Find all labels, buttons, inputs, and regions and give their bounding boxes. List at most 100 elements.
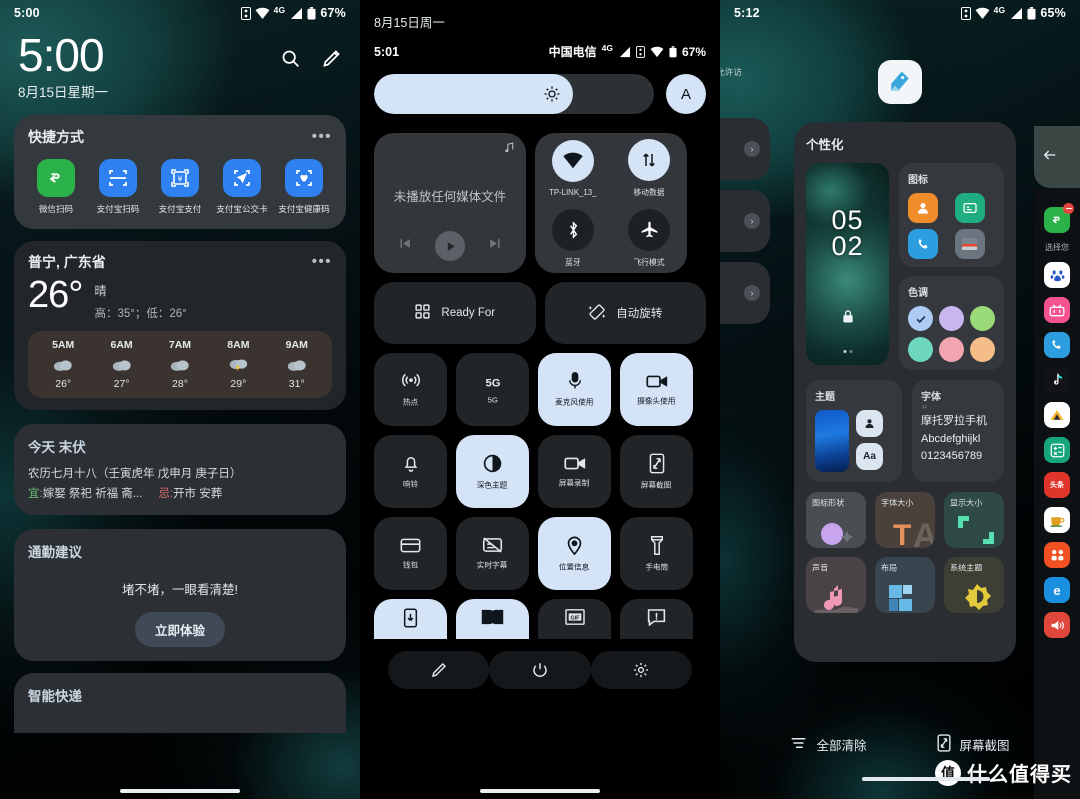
home-indicator[interactable]	[862, 777, 990, 781]
back-arrow-icon[interactable]	[1042, 147, 1058, 168]
shortcuts-card[interactable]: 快捷方式 ••• 微信扫码 支付宝扫码 ¥ 支付宝支付 支付宝公交卡 支付宝健康…	[14, 114, 346, 229]
option-layout[interactable]: 布局	[875, 557, 935, 613]
tile-hotspot[interactable]: 热点	[374, 353, 447, 426]
wechat-icon[interactable]	[1044, 203, 1074, 233]
tile-location[interactable]: 位置信息	[538, 517, 611, 590]
tile-auto-rotate[interactable]: 自动旋转	[544, 282, 706, 344]
option-system-theme[interactable]: 系统主题	[944, 557, 1004, 613]
thunder-icon	[211, 356, 265, 374]
previous-icon[interactable]	[398, 236, 413, 256]
bell-icon	[402, 453, 420, 473]
tile-wallet[interactable]: 钱包	[374, 517, 447, 590]
play-icon[interactable]	[435, 231, 465, 261]
option-icon-shape[interactable]: 图标形状	[806, 492, 866, 548]
shortcut-item[interactable]: 支付宝健康码	[276, 158, 332, 215]
tea-app-icon[interactable]	[1044, 507, 1070, 533]
edit-tiles-button[interactable]	[388, 651, 490, 689]
theme-card[interactable]: 主题 Aa	[806, 380, 902, 482]
option-sound[interactable]: 声音	[806, 557, 866, 613]
power-button[interactable]	[489, 651, 591, 689]
shade-status-icons: 中国电信 4G 67%	[549, 43, 706, 60]
kuaishou-icon[interactable]	[1044, 542, 1070, 568]
clear-all-icon	[790, 736, 807, 753]
meituan-icon[interactable]	[1044, 402, 1070, 428]
sim-icon	[635, 45, 645, 58]
express-title: 智能快递	[28, 688, 82, 704]
home-indicator[interactable]	[120, 789, 240, 793]
tile-5g[interactable]: 5G 5G	[456, 353, 529, 426]
home-indicator[interactable]	[480, 789, 600, 793]
search-icon[interactable]	[280, 48, 301, 69]
list-item[interactable]: ›	[720, 190, 770, 252]
shortcut-item[interactable]: 支付宝公交卡	[214, 158, 270, 215]
watermark: 值 什么值得买	[935, 758, 1072, 787]
tile-ring[interactable]: 响铃	[374, 435, 447, 508]
tile-gif[interactable]: GIF	[538, 599, 611, 639]
theme-badges: Aa	[856, 410, 883, 470]
clear-all-button[interactable]: 全部清除	[790, 734, 867, 755]
personalization-card[interactable]: 个性化 05 02 图标 色调 主题 Aa 字体 “ 摩托罗拉手机 Abcdef…	[794, 122, 1016, 662]
tile-ready-for[interactable]: Ready For	[374, 282, 536, 344]
auto-brightness-button[interactable]: A	[666, 74, 706, 114]
tile-dark-theme[interactable]: 深色主题	[456, 435, 529, 508]
bluetooth-toggle[interactable]: 蓝牙	[552, 208, 594, 268]
airplane-mode-toggle[interactable]: 飞行模式	[628, 208, 670, 268]
list-item[interactable]: ›	[720, 262, 770, 324]
commute-card[interactable]: 通勤建议 堵不堵，一眼看清楚! 立即体验	[14, 528, 346, 661]
tile-flashlight[interactable]: 手电筒	[620, 517, 693, 590]
hue-swatch-selected[interactable]	[908, 306, 933, 331]
baidu-icon[interactable]	[1044, 262, 1070, 288]
tile-screen-record[interactable]: 屏幕录制	[538, 435, 611, 508]
drawer-header	[1034, 126, 1080, 188]
list-item[interactable]: ›	[720, 118, 770, 180]
express-card[interactable]: 智能快递	[14, 672, 346, 733]
edge-icon[interactable]: e	[1044, 577, 1070, 603]
tile-camera-in-use[interactable]: 摄像头使用	[620, 353, 693, 426]
wifi-toggle[interactable]: TP-LINK_13_	[547, 139, 599, 197]
app-drawer-right: 选择您 头条 e	[1034, 0, 1080, 799]
toutiao-icon[interactable]: 头条	[1044, 472, 1070, 498]
tile-alert-message[interactable]	[620, 599, 693, 639]
shortcut-item[interactable]: ¥ 支付宝支付	[152, 158, 208, 215]
tiles-row-3: 钱包 实时字幕 位置信息 手电筒	[374, 517, 706, 590]
commute-cta-button[interactable]: 立即体验	[134, 611, 225, 647]
weather-overflow-menu[interactable]: •••	[312, 254, 332, 269]
hue-swatch[interactable]	[939, 306, 964, 331]
screenshot-button[interactable]: 屏幕截图	[936, 734, 1010, 755]
wechat-scan-icon	[37, 158, 75, 197]
almanac-card[interactable]: 今天 末伏 农历七月十八（壬寅虎年 戊申月 庚子日） 宜:嫁娶 祭祀 祈福 斋.…	[14, 423, 346, 515]
settings-button[interactable]	[590, 651, 692, 689]
hue-swatch[interactable]	[970, 337, 995, 362]
hue-card[interactable]: 色调	[899, 276, 1004, 370]
personalize-app-icon[interactable]	[878, 60, 922, 104]
media-player-card[interactable]: 未播放任何媒体文件	[374, 133, 526, 273]
hue-swatch[interactable]	[908, 337, 933, 362]
calculator-icon[interactable]	[1044, 437, 1070, 463]
option-display-size[interactable]: 显示大小	[944, 492, 1004, 548]
tile-screenshot[interactable]: 屏幕截图	[620, 435, 693, 508]
wallpaper-preview[interactable]: 05 02	[806, 163, 889, 365]
hue-swatch[interactable]	[939, 337, 964, 362]
shortcuts-overflow-menu[interactable]: •••	[312, 129, 332, 144]
font-card[interactable]: 字体 “ 摩托罗拉手机 Abcdefghijkl 0123456789	[912, 380, 1004, 482]
edit-icon[interactable]	[321, 48, 342, 69]
tile-live-caption[interactable]: 实时字幕	[456, 517, 529, 590]
mobile-data-toggle[interactable]: 移动数据	[628, 138, 670, 198]
bilibili-icon[interactable]	[1044, 297, 1070, 323]
tiktok-icon[interactable]	[1044, 367, 1070, 393]
shortcut-item[interactable]: 微信扫码	[28, 158, 84, 215]
next-icon[interactable]	[487, 236, 502, 256]
tile-dolby[interactable]	[456, 599, 529, 639]
tile-microphone-in-use[interactable]: 麦克风使用	[538, 353, 611, 426]
tile-system-update[interactable]	[374, 599, 447, 639]
shortcut-item[interactable]: 支付宝扫码	[90, 158, 146, 215]
lockscreen-date: 8月15日星期一	[18, 84, 109, 100]
icons-style-card[interactable]: 图标	[899, 163, 1004, 267]
brightness-slider[interactable]	[374, 74, 654, 114]
phone-icon[interactable]	[1044, 332, 1070, 358]
option-font-size[interactable]: 字体大小 AT	[875, 492, 935, 548]
chevron-right-icon: ›	[744, 141, 760, 157]
audio-icon[interactable]	[1044, 612, 1070, 638]
hue-swatch[interactable]	[970, 306, 995, 331]
weather-card[interactable]: 普宁, 广东省 ••• 26° 晴 高：35°；低：26° 5AM 26° 6A…	[14, 240, 346, 410]
